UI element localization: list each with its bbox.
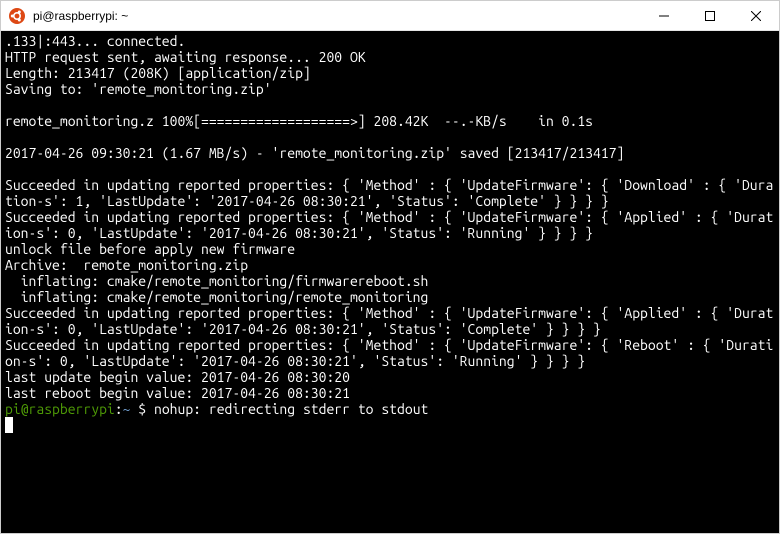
maximize-button[interactable]	[687, 1, 733, 30]
window-controls	[641, 1, 779, 30]
prompt-colon: :	[115, 401, 123, 417]
prompt-user-host: pi@raspberrypi	[5, 401, 115, 417]
minimize-button[interactable]	[641, 1, 687, 30]
prompt-after-text: nohup: redirecting stderr to stdout	[154, 401, 428, 417]
window-title: pi@raspberrypi: ~	[33, 9, 641, 23]
ubuntu-logo-icon	[9, 8, 25, 24]
terminal-output: .133|:443... connected. HTTP request sen…	[5, 33, 775, 401]
terminal-cursor	[5, 417, 13, 433]
terminal-area[interactable]: .133|:443... connected. HTTP request sen…	[1, 31, 779, 533]
close-button[interactable]	[733, 1, 779, 30]
window-titlebar: pi@raspberrypi: ~	[1, 1, 779, 31]
prompt-symbol: $	[130, 401, 154, 417]
